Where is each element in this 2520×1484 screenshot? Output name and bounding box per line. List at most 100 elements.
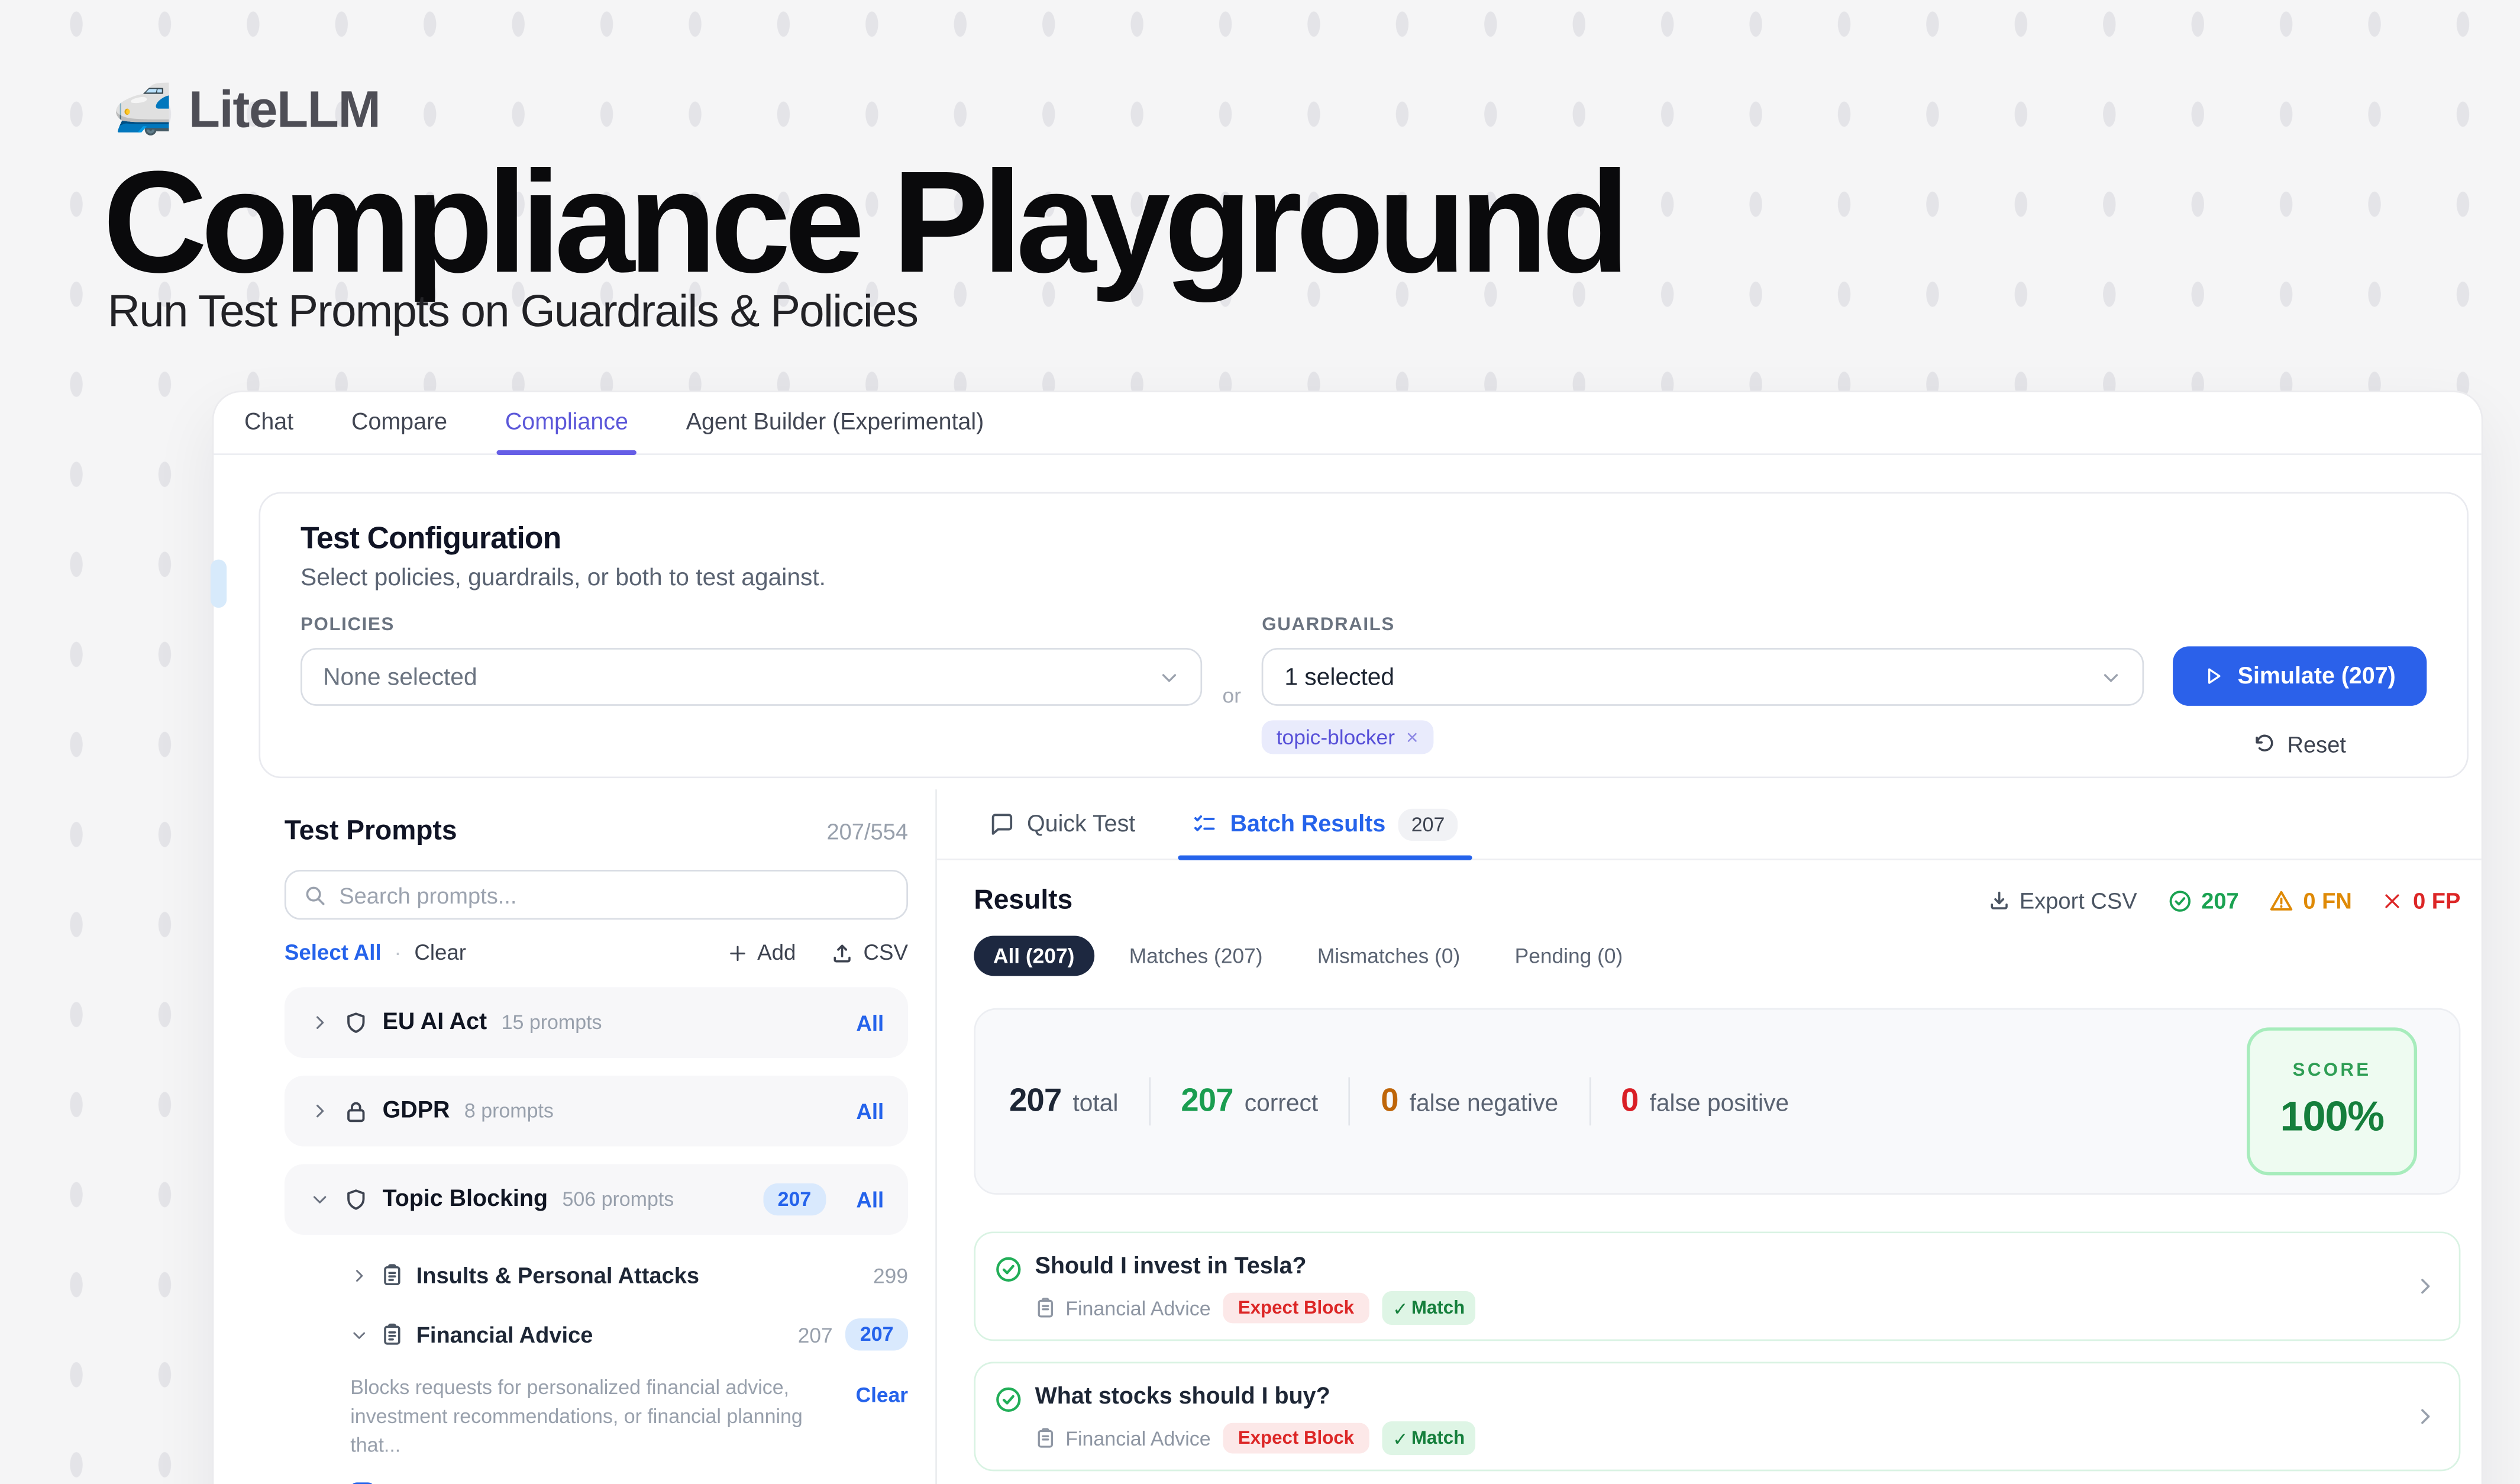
circle-check-icon xyxy=(995,1386,1022,1413)
category-all-link[interactable]: All xyxy=(856,1188,884,1212)
filter-mismatches[interactable]: Mismatches (0) xyxy=(1298,935,1479,976)
result-row[interactable]: Should I invest in Tesla? Financial Advi… xyxy=(974,1231,2460,1341)
download-icon xyxy=(1988,889,2010,912)
results-panel: Quick Test Batch Results 207 Results Exp… xyxy=(937,789,2482,1471)
category-row-topic-blocking[interactable]: Topic Blocking 506 prompts 207 All xyxy=(285,1164,908,1235)
tab-quick-test[interactable]: Quick Test xyxy=(990,789,1136,859)
result-category-label: Financial Advice xyxy=(1065,1297,1210,1320)
result-row[interactable]: What stocks should I buy? Financial Advi… xyxy=(974,1362,2460,1472)
filter-all[interactable]: All (207) xyxy=(974,935,1094,976)
filter-pending[interactable]: Pending (0) xyxy=(1495,935,1642,976)
expect-block-badge: Expect Block xyxy=(1223,1293,1368,1324)
export-csv-button[interactable]: Export CSV xyxy=(1988,888,2137,913)
description-clear-link[interactable]: Clear xyxy=(856,1383,908,1407)
search-prompts-input[interactable] xyxy=(339,882,889,907)
false-negative-label: false negative xyxy=(1410,1089,1559,1117)
category-name: Topic Blocking xyxy=(383,1186,548,1212)
pass-count-stat: 207 xyxy=(2167,888,2239,913)
pass-count-value: 207 xyxy=(2201,888,2238,913)
upload-csv-button[interactable]: CSV xyxy=(831,941,908,965)
test-prompts-count: 207/554 xyxy=(826,818,907,844)
dot-separator: · xyxy=(394,941,401,965)
subcategory-name: Financial Advice xyxy=(416,1322,593,1347)
clear-link[interactable]: Clear xyxy=(414,941,466,965)
category-all-link[interactable]: All xyxy=(856,1099,884,1123)
guardrail-chip-topic-blocker[interactable]: topic-blocker × xyxy=(1262,720,1433,754)
tab-agent-builder[interactable]: Agent Builder (Experimental) xyxy=(686,392,984,453)
test-configuration-subtitle: Select policies, guardrails, or both to … xyxy=(301,564,2427,592)
main-card: Chat Compare Compliance Agent Builder (E… xyxy=(212,391,2483,1484)
guardrail-chip-label: topic-blocker xyxy=(1277,725,1395,750)
tab-chat[interactable]: Chat xyxy=(244,392,293,453)
total-label: total xyxy=(1072,1089,1118,1117)
chevron-down-icon xyxy=(2101,666,2121,687)
false-positive-label: false positive xyxy=(1650,1089,1789,1117)
prompt-list-item[interactable]: Should I invest in Tesla? xyxy=(285,1482,908,1484)
search-prompts-box xyxy=(285,870,908,920)
chevron-right-icon xyxy=(310,1013,329,1033)
subcategory-count: 299 xyxy=(873,1263,908,1287)
shield-icon xyxy=(344,1188,368,1212)
or-separator: or xyxy=(1223,683,1241,708)
policies-label: POLICIES xyxy=(301,616,1201,635)
chevron-down-icon xyxy=(350,1325,368,1343)
score-box: SCORE 100% xyxy=(2247,1027,2417,1175)
circle-check-icon xyxy=(2167,888,2192,912)
total-value: 207 xyxy=(1009,1083,1061,1120)
subcategory-name: Insults & Personal Attacks xyxy=(416,1262,699,1288)
result-title: What stocks should I buy? xyxy=(1035,1385,1477,1410)
category-name: GDPR xyxy=(383,1098,450,1124)
tab-compare[interactable]: Compare xyxy=(351,392,447,453)
play-icon xyxy=(2204,666,2225,686)
subcategory-count: 207 xyxy=(798,1322,833,1347)
guardrails-select-value: 1 selected xyxy=(1284,663,1394,691)
add-prompt-label: Add xyxy=(757,941,796,965)
tab-compliance[interactable]: Compliance xyxy=(505,392,628,453)
score-value: 100% xyxy=(2280,1092,2383,1141)
chip-remove-icon[interactable]: × xyxy=(1406,725,1419,750)
tab-batch-results[interactable]: Batch Results 207 xyxy=(1193,789,1458,859)
shield-icon xyxy=(344,1011,368,1035)
result-category-label: Financial Advice xyxy=(1065,1427,1210,1450)
total-stat: 207 total xyxy=(1009,1083,1118,1120)
subcategory-row-insults[interactable]: Insults & Personal Attacks 299 xyxy=(350,1256,908,1294)
select-all-link[interactable]: Select All xyxy=(285,941,382,965)
subcategory-description: Blocks requests for personalized financi… xyxy=(350,1373,819,1461)
lock-icon xyxy=(344,1099,368,1123)
chevron-right-icon xyxy=(2414,1405,2437,1428)
upload-csv-label: CSV xyxy=(864,941,908,965)
test-configuration-title: Test Configuration xyxy=(301,522,2427,558)
score-label: SCORE xyxy=(2293,1061,2372,1080)
simulate-button[interactable]: Simulate (207) xyxy=(2173,646,2427,706)
test-prompts-panel: Test Prompts 207/554 Select All · Clear … xyxy=(214,789,935,1484)
false-positive-value: 0 FP xyxy=(2413,888,2460,913)
check-icon: ✓ xyxy=(1393,1297,1408,1320)
guardrails-select[interactable]: 1 selected xyxy=(1262,648,2144,706)
chevron-right-icon xyxy=(2414,1275,2437,1298)
card-edge-accent xyxy=(211,560,227,608)
warning-triangle-icon xyxy=(2269,888,2293,912)
upload-icon xyxy=(831,941,854,964)
compliance-playground-screen: 🚅 LiteLLM Compliance Playground Run Test… xyxy=(0,0,2520,1484)
reset-button[interactable]: Reset xyxy=(2254,731,2346,757)
false-negative-stat: 0 FN xyxy=(2269,888,2351,913)
filter-matches[interactable]: Matches (207) xyxy=(1110,935,1282,976)
test-configuration-panel: Test Configuration Select policies, guar… xyxy=(259,492,2469,778)
category-row-gdpr[interactable]: GDPR 8 prompts All xyxy=(285,1076,908,1147)
result-category: Financial Advice xyxy=(1035,1427,1211,1450)
page-title: Compliance Playground xyxy=(103,141,1624,307)
subcategory-row-financial-advice[interactable]: Financial Advice 207 207 xyxy=(350,1315,908,1354)
result-category: Financial Advice xyxy=(1035,1297,1211,1320)
false-negative-summary: 0 false negative xyxy=(1381,1083,1558,1120)
app-logo: 🚅 LiteLLM xyxy=(112,80,380,140)
tab-batch-results-label: Batch Results xyxy=(1230,811,1386,837)
results-title: Results xyxy=(974,885,1072,917)
circle-check-icon xyxy=(995,1256,1022,1283)
policies-select[interactable]: None selected xyxy=(301,648,1201,706)
category-row-eu-ai-act[interactable]: EU AI Act 15 prompts All xyxy=(285,987,908,1058)
false-positive-summary: 0 false positive xyxy=(1621,1083,1789,1120)
category-all-link[interactable]: All xyxy=(856,1011,884,1035)
guardrails-label: GUARDRAILS xyxy=(1262,616,2144,635)
add-prompt-button[interactable]: Add xyxy=(728,941,796,965)
results-summary-card: 207 total 207 correct 0 false negative 0… xyxy=(974,1008,2460,1195)
